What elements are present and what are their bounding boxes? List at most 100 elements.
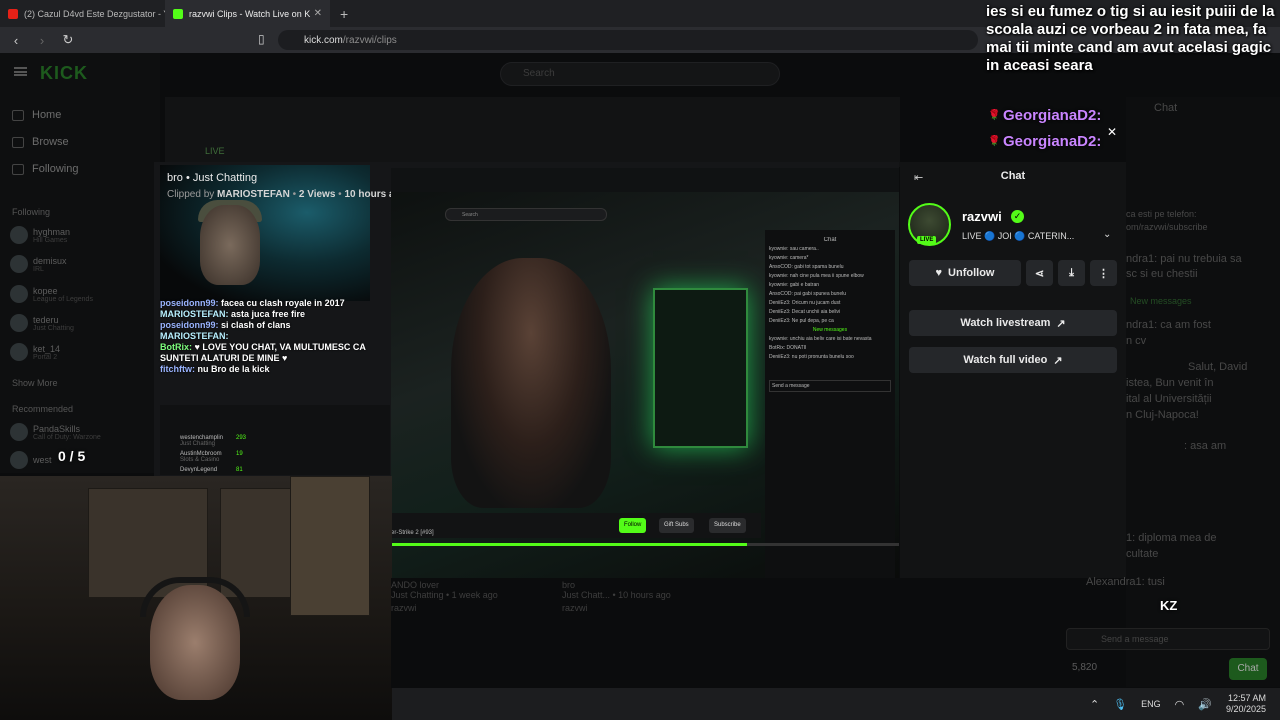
bg-chat-line: n Cluj-Napoca! bbox=[1126, 409, 1199, 421]
clip-video-player[interactable]: Search Chat kyownie: sau camera.. kyowni… bbox=[391, 168, 899, 578]
close-tab-icon[interactable]: ✕ bbox=[314, 8, 322, 19]
close-icon[interactable]: ✕ bbox=[1107, 125, 1117, 139]
overlay-kz-label: KZ bbox=[1160, 598, 1178, 613]
menu-icon[interactable] bbox=[14, 67, 27, 76]
clip-card-channel: razvwi bbox=[562, 603, 588, 613]
clipper-name[interactable]: MARIOSTEFAN bbox=[217, 189, 290, 200]
inner-chat-line: BotRix: DONATII bbox=[769, 345, 807, 351]
bg-chat-line: sc si eu chestii bbox=[1126, 268, 1198, 280]
watch-full-video-label: Watch full video bbox=[963, 354, 1048, 366]
bg-chat-line: istea, Bun venit în bbox=[1126, 377, 1214, 389]
stream-overlay-chat: poseidonn99: faceа cu clash royale in 20… bbox=[160, 298, 390, 375]
rec-count: 81 bbox=[236, 467, 243, 473]
more-options-button[interactable]: ⋮ bbox=[1090, 260, 1117, 286]
chat-user: poseidonn99: bbox=[160, 320, 219, 330]
rec-count: 19 bbox=[236, 451, 243, 457]
tab-label: (2) Cazul D4vd Este Dezgustator - Yo bbox=[24, 8, 165, 19]
background-chat-title: Chat bbox=[1154, 102, 1178, 114]
stream-overlay-message: ies si eu fumez o tig si au iesit puiii … bbox=[986, 3, 1275, 74]
inner-chat-line: DeniiEz3: Ne pul depa, pe ca bbox=[769, 318, 834, 324]
channel-category: Portal 2 bbox=[33, 353, 58, 361]
recommended-item[interactable]: PandaSkills Call of Duty: Warzone bbox=[10, 420, 160, 444]
sidebar-item-label: Browse bbox=[32, 136, 69, 148]
inner-chat-line: kyownie: gabi e batran bbox=[769, 282, 820, 288]
kick-logo[interactable]: KICK bbox=[40, 63, 88, 84]
watch-livestream-button[interactable]: Watch livestream ↗ bbox=[909, 310, 1117, 336]
bg-chat-button: Chat bbox=[1229, 658, 1267, 680]
bg-chat-line: ndra1: ca am fost bbox=[1126, 319, 1211, 331]
clip-views: 2 Views bbox=[298, 189, 336, 200]
chat-text: nu Bro de la kick bbox=[197, 364, 270, 374]
watch-livestream-label: Watch livestream bbox=[960, 317, 1051, 329]
inner-gift-subs-button: Gift Subs bbox=[659, 518, 694, 533]
sidebar: KICK Home Browse Following Following hyg… bbox=[0, 53, 160, 473]
forward-icon[interactable]: › bbox=[32, 33, 52, 48]
avatar bbox=[10, 451, 28, 469]
unfollow-label: Unfollow bbox=[948, 267, 995, 279]
sidebar-item-browse[interactable]: Browse bbox=[12, 136, 69, 148]
share-button[interactable]: ⋖ bbox=[1026, 260, 1053, 286]
os-taskbar: ⌃ 🎙 ENG ◠ 🔊 12:57 AM 9/20/2025 bbox=[392, 688, 1280, 720]
live-tag: LIVE bbox=[205, 146, 225, 156]
overlay-recommended-list: westenchamplin Just Chatting 293 AustinMc… bbox=[160, 405, 390, 475]
channel-category: IRL bbox=[33, 265, 44, 273]
new-tab-button[interactable]: + bbox=[330, 6, 358, 22]
following-item[interactable]: ket_14 Portal 2 bbox=[10, 340, 160, 364]
system-clock[interactable]: 12:57 AM 9/20/2025 bbox=[1226, 693, 1266, 715]
inner-subscribe-button: Subscribe bbox=[709, 518, 746, 533]
video-progress-bar[interactable] bbox=[391, 543, 899, 546]
following-item[interactable]: tederu Just Chatting bbox=[10, 311, 160, 335]
sidebar-item-following[interactable]: Following bbox=[12, 163, 78, 175]
language-indicator[interactable]: ENG bbox=[1141, 699, 1161, 709]
wifi-icon[interactable]: ◠ bbox=[1175, 698, 1185, 711]
unfollow-button[interactable]: ♥ Unfollow bbox=[909, 260, 1021, 286]
show-more-link[interactable]: Show More bbox=[12, 378, 58, 388]
chat-user: MARIOSTEFAN: bbox=[160, 331, 229, 341]
inner-chat-line: DeniiEz3: Decat unchii aia belivi bbox=[769, 309, 841, 315]
rec-item: westenchamplin Just Chatting bbox=[180, 435, 223, 447]
bookmark-icon[interactable]: ▯ bbox=[258, 32, 265, 46]
watch-full-video-button[interactable]: Watch full video ↗ bbox=[909, 347, 1117, 373]
channel-category: Just Chatting bbox=[33, 324, 74, 332]
browser-tab-kick[interactable]: razvwi Clips - Watch Live on K ✕ bbox=[165, 0, 330, 27]
bg-new-messages: New messages bbox=[1130, 296, 1192, 306]
following-item[interactable]: kopee League of Legends bbox=[10, 282, 160, 306]
background-chat-panel bbox=[1126, 97, 1280, 687]
badge-icon: 🌹 bbox=[988, 110, 1001, 121]
microphone-icon[interactable]: 🎙 bbox=[1113, 698, 1127, 711]
following-item[interactable]: hyghman Hill Games bbox=[10, 223, 160, 247]
bg-chat-line: Alexandra1: tusi bbox=[1086, 576, 1165, 588]
url-field[interactable]: kick.com/razvwi/clips bbox=[278, 30, 978, 50]
chevron-up-icon[interactable]: ⌃ bbox=[1090, 698, 1099, 711]
stream-title: LIVE 🔵 JOI 🔵 CATERIN... bbox=[962, 231, 1075, 241]
inner-chat-title: Chat bbox=[823, 237, 837, 243]
clock-time: 12:57 AM bbox=[1227, 693, 1266, 703]
avatar bbox=[10, 255, 28, 273]
channel-username[interactable]: razvwi bbox=[962, 209, 1002, 224]
site-search-input[interactable]: Search bbox=[500, 62, 780, 86]
youtube-icon bbox=[8, 8, 18, 19]
heart-icon: ♥ bbox=[935, 267, 943, 279]
download-icon: ⤓ bbox=[1069, 266, 1074, 279]
chat-user: poseidonn99: bbox=[160, 298, 219, 308]
chevron-down-icon[interactable]: ⌄ bbox=[1103, 229, 1111, 240]
bg-chat-line: : asa am bbox=[1184, 440, 1227, 452]
chat-text: faceа cu clash royale in 2017 bbox=[221, 298, 345, 308]
channel-name: tederu bbox=[33, 314, 59, 325]
inner-chat-line: kyownie: camera* bbox=[769, 255, 809, 261]
download-button[interactable]: ⤓ bbox=[1058, 260, 1085, 286]
video-pc-case-shape bbox=[653, 288, 748, 448]
back-icon[interactable]: ‹ bbox=[6, 33, 26, 48]
speaker-icon[interactable]: 🔊 bbox=[1198, 698, 1212, 711]
channel-name: PandaSkills bbox=[33, 423, 81, 434]
inner-chat-line: DeniiEz3: Oricum nu jucam dust bbox=[769, 300, 841, 306]
chat-user: BotRix: bbox=[160, 342, 192, 352]
chat-text: si clash of clans bbox=[221, 320, 291, 330]
following-item[interactable]: demisux IRL bbox=[10, 252, 160, 276]
sidebar-item-home[interactable]: Home bbox=[12, 109, 61, 121]
reload-icon[interactable]: ↻ bbox=[58, 32, 78, 48]
clip-card-title: bro bbox=[562, 580, 576, 590]
tab-label: razvwi Clips - Watch Live on K bbox=[189, 8, 311, 19]
avatar bbox=[10, 343, 28, 361]
browser-tab-youtube[interactable]: (2) Cazul D4vd Este Dezgustator - Yo bbox=[0, 0, 165, 27]
